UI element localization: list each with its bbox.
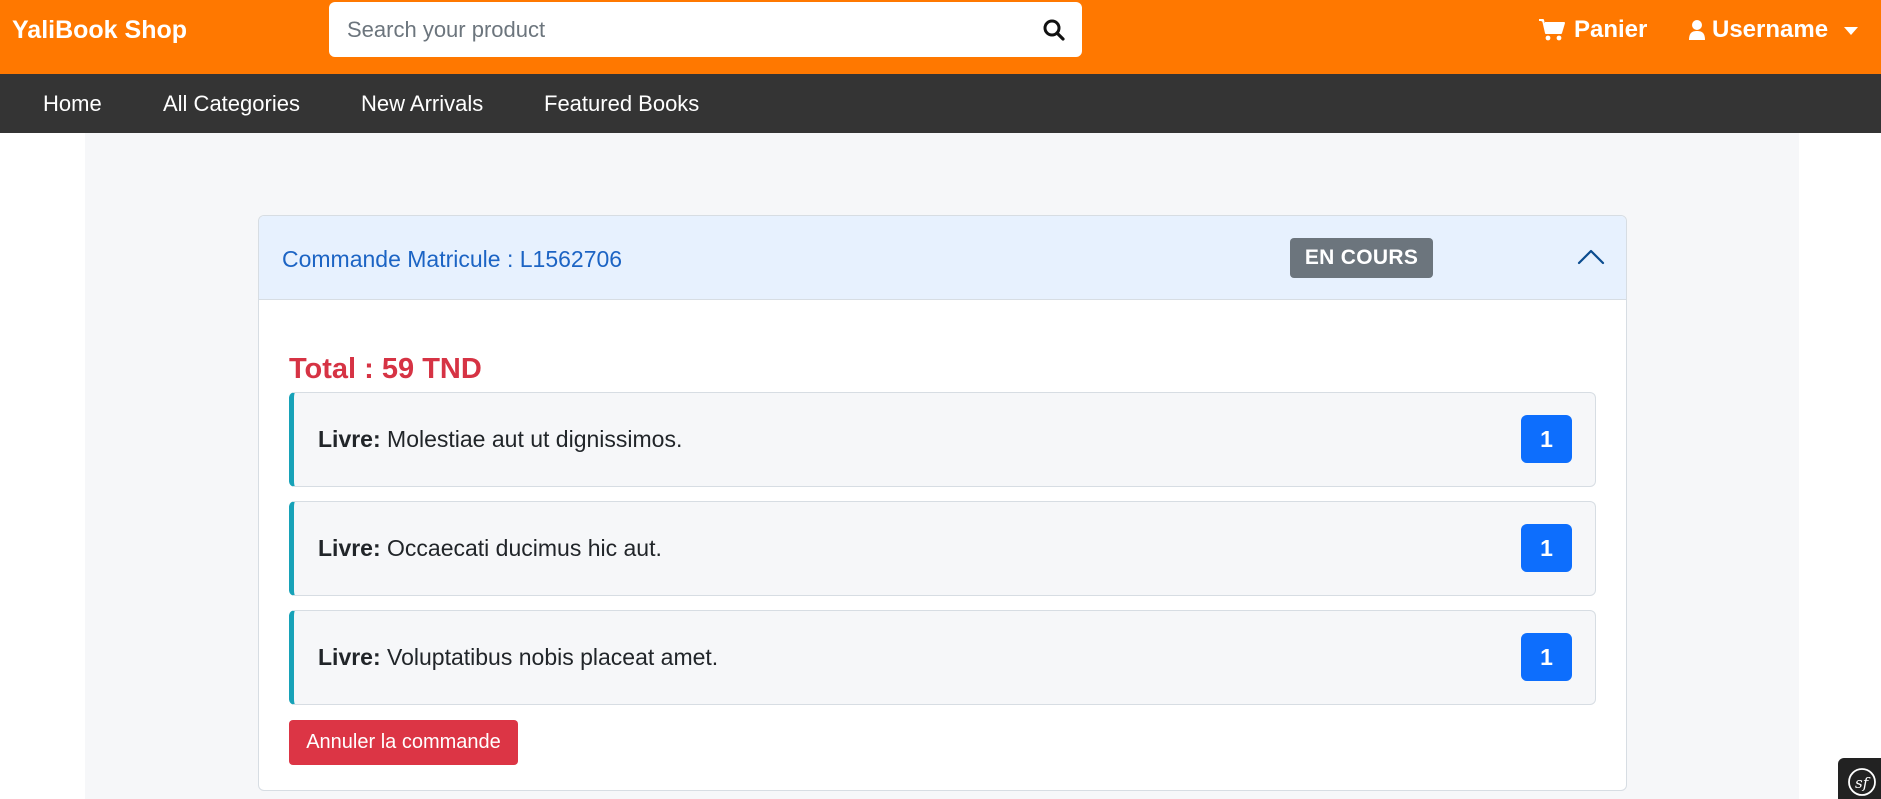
- nav-item-home[interactable]: Home: [43, 91, 102, 117]
- cart-label: Panier: [1574, 16, 1648, 43]
- user-menu-toggle[interactable]: Username: [1688, 16, 1859, 44]
- nav-item-new-arrivals[interactable]: New Arrivals: [361, 91, 483, 117]
- brand-logo-text[interactable]: YaliBook Shop: [12, 16, 187, 45]
- user-icon: [1689, 20, 1705, 40]
- search-button[interactable]: [1038, 14, 1070, 46]
- caret-down-icon: [1844, 27, 1859, 35]
- item-name: Molestiae aut ut dignissimos.: [387, 426, 683, 452]
- nav-item-all-categories[interactable]: All Categories: [163, 91, 300, 117]
- main-nav: Home All Categories New Arrivals Feature…: [0, 74, 1881, 133]
- quantity-badge: 1: [1521, 633, 1572, 681]
- nav-item-featured-books[interactable]: Featured Books: [544, 91, 699, 117]
- list-item: Livre: Occaecati ducimus hic aut. 1: [289, 501, 1596, 596]
- chevron-up-icon[interactable]: [1573, 240, 1609, 276]
- svg-text:sf: sf: [1855, 774, 1871, 792]
- quantity-badge: 1: [1521, 524, 1572, 572]
- user-label: Username: [1712, 16, 1829, 43]
- order-header[interactable]: Commande Matricule : L1562706 EN COURS: [259, 216, 1626, 300]
- list-item: Livre: Molestiae aut ut dignissimos. 1: [289, 392, 1596, 487]
- debug-toolbar-toggle[interactable]: sf: [1838, 758, 1881, 799]
- item-label: Livre:: [318, 426, 381, 452]
- status-badge: EN COURS: [1290, 238, 1433, 278]
- item-name: Voluptatibus nobis placeat amet.: [387, 644, 719, 670]
- cart-link[interactable]: Panier: [1538, 16, 1647, 44]
- quantity-badge: 1: [1521, 415, 1572, 463]
- top-bar: YaliBook Shop Panier Username: [0, 0, 1881, 74]
- order-title: Commande Matricule : L1562706: [282, 246, 623, 272]
- order-accordion: Commande Matricule : L1562706 EN COURS T…: [258, 215, 1627, 791]
- search-box: [329, 2, 1082, 57]
- cancel-order-button[interactable]: Annuler la commande: [289, 720, 518, 765]
- symfony-icon: sf: [1848, 768, 1876, 796]
- item-label: Livre:: [318, 644, 381, 670]
- item-label: Livre:: [318, 535, 381, 561]
- list-item: Livre: Voluptatibus nobis placeat amet. …: [289, 610, 1596, 705]
- order-total: Total : 59 TND: [289, 353, 482, 385]
- search-input[interactable]: [347, 10, 987, 50]
- item-name: Occaecati ducimus hic aut.: [387, 535, 662, 561]
- cart-icon: [1539, 19, 1565, 41]
- search-icon: [1043, 19, 1065, 41]
